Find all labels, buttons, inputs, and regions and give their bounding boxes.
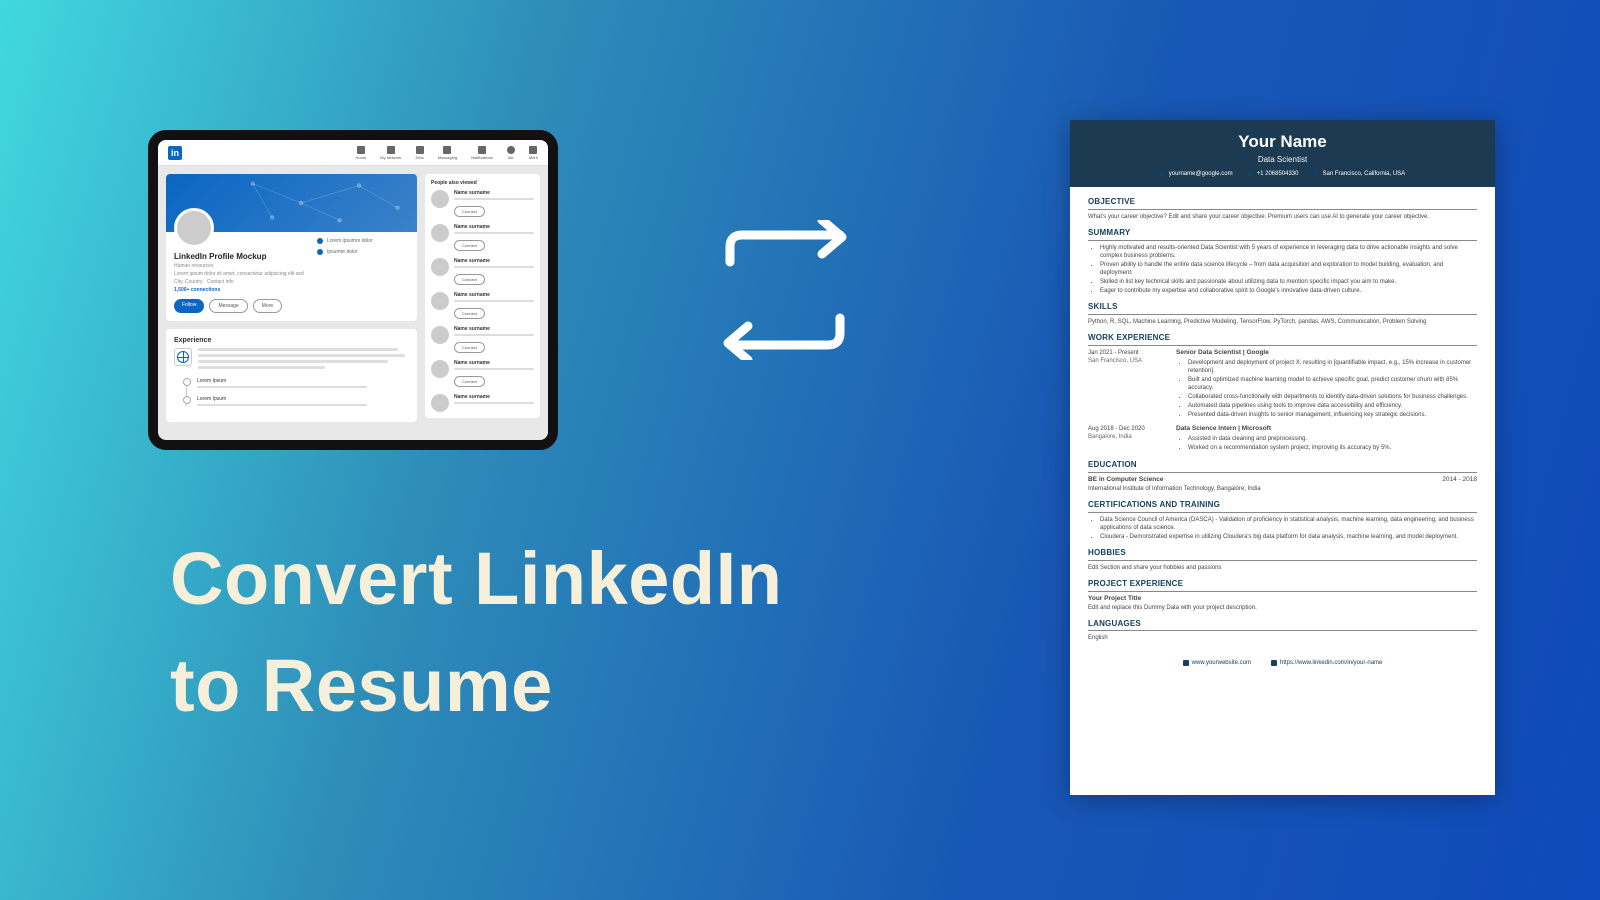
profile-highlights: Lorem ipsumre dolor Ipsumre dolor bbox=[317, 232, 409, 260]
linkedin-mockup-tablet: in Home My Network Jobs Messaging Notifi… bbox=[148, 130, 558, 450]
side-title: People also viewed bbox=[431, 180, 534, 186]
headline-line1: Convert LinkedIn bbox=[170, 525, 782, 632]
phone-icon bbox=[1248, 171, 1254, 177]
section-certs: CERTIFICATIONS AND TRAINING Data Science… bbox=[1088, 500, 1477, 541]
suggestion: Name surname bbox=[431, 394, 534, 412]
profile-subtitle: Human resources bbox=[174, 263, 317, 269]
follow-button: Follow bbox=[174, 299, 204, 313]
nav-more: More bbox=[529, 146, 538, 160]
section-work: WORK EXPERIENCE Jan 2021 - Present San F… bbox=[1088, 333, 1477, 453]
suggestion: Name surnameConnect bbox=[431, 360, 534, 388]
section-hobbies: HOBBIES Edit Section and share your hobb… bbox=[1088, 548, 1477, 572]
experience-card: Experience Lorem Ipsum Lorem Ipsum bbox=[166, 329, 417, 422]
resume-role: Data Scientist bbox=[1080, 155, 1485, 164]
section-languages: LANGUAGES English bbox=[1088, 619, 1477, 643]
swap-arrows-icon bbox=[700, 220, 870, 365]
profile-connections: 1,500+ connections bbox=[174, 287, 317, 293]
nav-notifications: Notifications bbox=[471, 146, 493, 160]
suggestion: Name surnameConnect bbox=[431, 292, 534, 320]
profile-name: LinkedIn Profile Mockup bbox=[174, 252, 317, 261]
section-summary: SUMMARY Highly motivated and results-ori… bbox=[1088, 228, 1477, 295]
section-skills: SKILLS Python, R, SQL, Machine Learning,… bbox=[1088, 302, 1477, 326]
nav-messaging: Messaging bbox=[438, 146, 457, 160]
globe-icon bbox=[174, 348, 192, 366]
nav-network: My Network bbox=[380, 146, 401, 160]
section-objective: OBJECTIVE What's your career objective? … bbox=[1088, 197, 1477, 221]
linkedin-logo-icon: in bbox=[168, 146, 182, 160]
profile-location: City, Country · Contact info bbox=[174, 279, 317, 285]
linkedin-nav: Home My Network Jobs Messaging Notificat… bbox=[355, 146, 538, 160]
suggestion: Name surnameConnect bbox=[431, 326, 534, 354]
resume-header: Your Name Data Scientist yourname@google… bbox=[1070, 120, 1495, 187]
more-button: More bbox=[253, 299, 282, 313]
email-icon bbox=[1160, 171, 1166, 177]
headline: Convert LinkedIn to Resume bbox=[170, 525, 782, 740]
people-also-viewed: People also viewed Name surnameConnect N… bbox=[425, 174, 540, 418]
linkedin-icon bbox=[1271, 660, 1277, 666]
profile-meta: Lorem ipsum dolor sit amet, consectetur … bbox=[174, 271, 310, 277]
linkedin-header: in Home My Network Jobs Messaging Notifi… bbox=[158, 140, 548, 166]
suggestion: Name surnameConnect bbox=[431, 258, 534, 286]
resume-contacts: yourname@google.com +1 2068504330 San Fr… bbox=[1080, 171, 1485, 177]
suggestion: Name surnameConnect bbox=[431, 224, 534, 252]
section-project: PROJECT EXPERIENCE Your Project Title Ed… bbox=[1088, 579, 1477, 612]
timeline-item: Lorem Ipsum bbox=[197, 378, 409, 388]
profile-card: LinkedIn Profile Mockup Human resources … bbox=[166, 174, 417, 321]
section-education: EDUCATION BE in Computer Science 2014 - … bbox=[1088, 460, 1477, 493]
nav-jobs: Jobs bbox=[415, 146, 423, 160]
website-icon bbox=[1183, 660, 1189, 666]
resume-preview: Your Name Data Scientist yourname@google… bbox=[1070, 120, 1495, 795]
resume-name: Your Name bbox=[1080, 132, 1485, 152]
timeline-item: Lorem Ipsum bbox=[197, 396, 409, 406]
experience-title: Experience bbox=[174, 337, 409, 344]
suggestion: Name surnameConnect bbox=[431, 190, 534, 218]
message-button: Message bbox=[209, 299, 247, 313]
nav-home: Home bbox=[355, 146, 366, 160]
headline-line2: to Resume bbox=[170, 632, 782, 739]
nav-me: Me bbox=[507, 146, 515, 160]
profile-avatar bbox=[174, 208, 214, 248]
resume-footer: www.yourwebsite.com https://www.linkedin… bbox=[1070, 655, 1495, 673]
location-icon bbox=[1313, 171, 1319, 177]
